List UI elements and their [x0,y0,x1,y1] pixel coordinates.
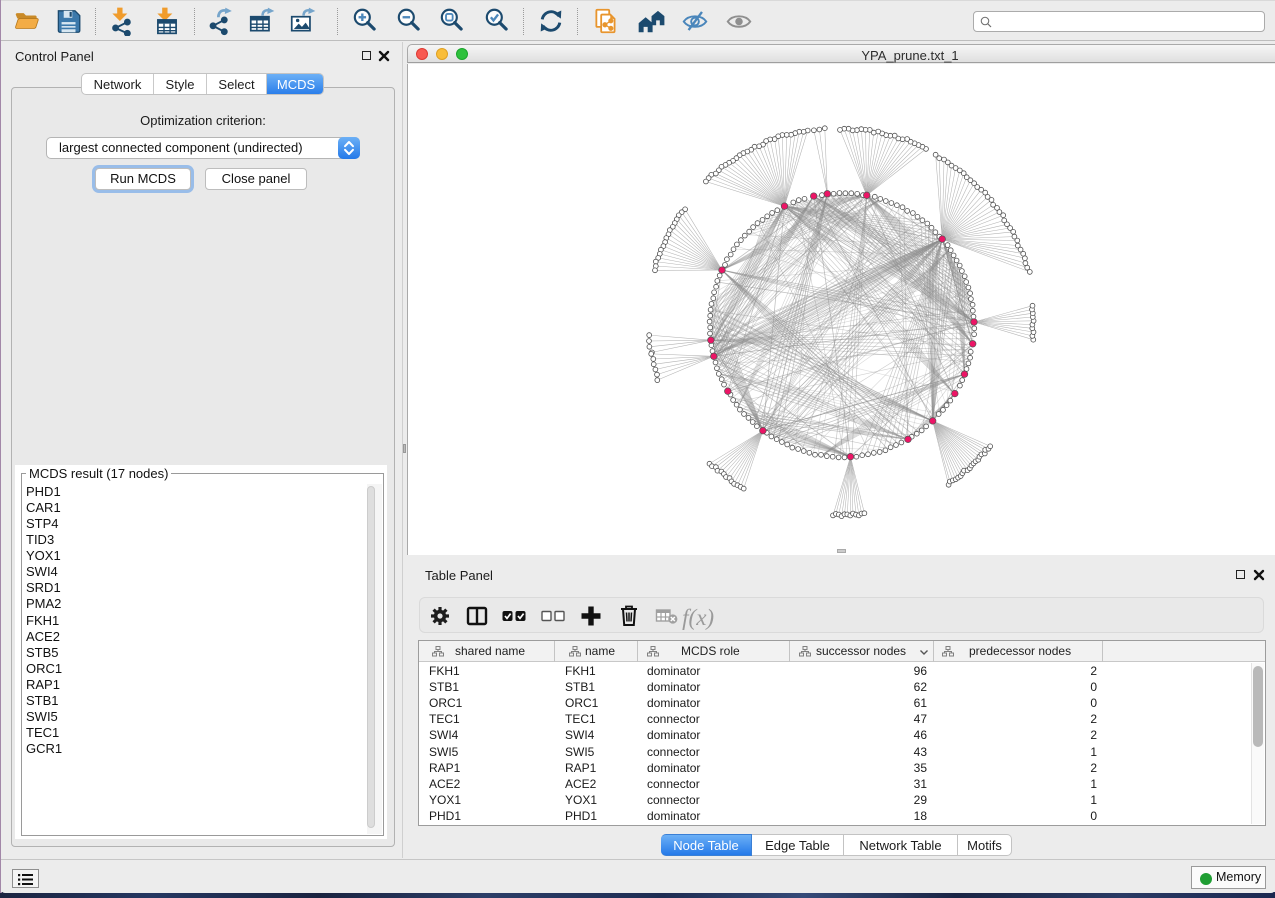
svg-text:f(x): f(x) [682,604,714,630]
